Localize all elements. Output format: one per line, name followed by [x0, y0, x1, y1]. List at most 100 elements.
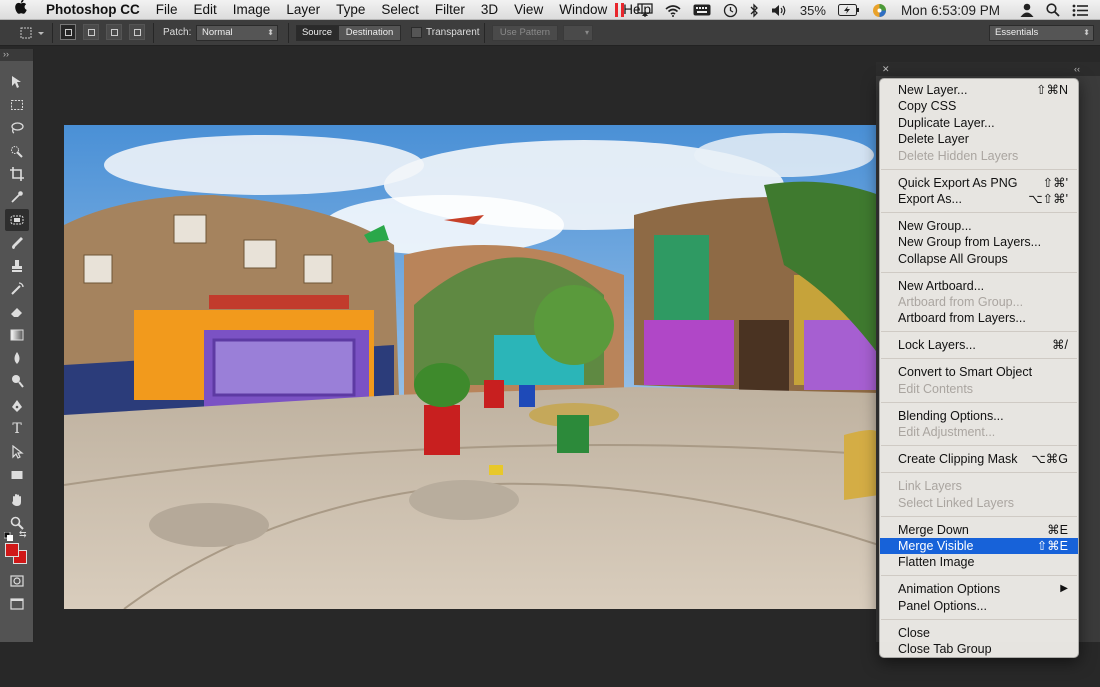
menu-item-export-as[interactable]: Export As... ⌥⇧⌘': [880, 191, 1078, 207]
menu-item-label: Artboard from Layers...: [898, 311, 1026, 326]
volume-icon[interactable]: [771, 0, 788, 20]
menu-item-duplicate-layer[interactable]: Duplicate Layer...: [880, 115, 1078, 131]
menu-item-flatten-image[interactable]: Flatten Image: [880, 554, 1078, 570]
pen-tool-icon[interactable]: [5, 395, 29, 417]
apple-logo-icon[interactable]: [14, 0, 32, 20]
airplay-icon[interactable]: [637, 0, 653, 20]
crop-tool-icon[interactable]: [5, 163, 29, 185]
menu-item-delete-layer[interactable]: Delete Layer: [880, 131, 1078, 147]
close-icon[interactable]: ✕: [882, 62, 890, 76]
new-selection-button[interactable]: [60, 24, 76, 40]
user-icon[interactable]: [1020, 0, 1034, 20]
time-machine-icon[interactable]: [723, 0, 738, 20]
menu-type[interactable]: Type: [328, 0, 373, 20]
move-tool-icon[interactable]: [5, 71, 29, 93]
type-tool-icon[interactable]: T: [5, 418, 29, 440]
menu-separator: [881, 472, 1077, 474]
wifi-icon[interactable]: [665, 0, 681, 20]
menu-item-close-tab-group[interactable]: Close Tab Group: [880, 641, 1078, 657]
menu-3d[interactable]: 3D: [473, 0, 506, 20]
collapse-panel-icon[interactable]: ‹‹: [1074, 62, 1080, 76]
clone-stamp-tool-icon[interactable]: [5, 255, 29, 277]
source-toggle[interactable]: Source: [296, 25, 338, 41]
menu-item-quick-export-as-png[interactable]: Quick Export As PNG ⇧⌘': [880, 175, 1078, 191]
chevron-updown-icon: ⬍: [267, 28, 274, 37]
menu-separator: [881, 515, 1077, 517]
lasso-tool-icon[interactable]: [5, 117, 29, 139]
menu-layer[interactable]: Layer: [278, 0, 328, 20]
menubar-clock[interactable]: Mon 6:53:09 PM: [901, 0, 1000, 20]
menu-item-close[interactable]: Close: [880, 625, 1078, 641]
menu-select[interactable]: Select: [373, 0, 427, 20]
dodge-tool-icon[interactable]: [5, 370, 29, 392]
intersect-selection-button[interactable]: [129, 24, 145, 40]
menu-view[interactable]: View: [506, 0, 551, 20]
pause-icon[interactable]: [614, 0, 625, 20]
hand-tool-icon[interactable]: [5, 489, 29, 511]
tool-preset-picker[interactable]: [18, 23, 48, 43]
patch-tool-icon[interactable]: [5, 209, 29, 231]
menu-item-new-artboard[interactable]: New Artboard...: [880, 278, 1078, 294]
workspace-switcher[interactable]: Essentials ⬍: [989, 25, 1094, 41]
spotlight-search-icon[interactable]: [1046, 0, 1060, 20]
menu-item-label: Edit Adjustment...: [898, 425, 996, 440]
document-canvas[interactable]: [64, 125, 879, 609]
transparent-checkbox[interactable]: [411, 27, 422, 38]
menu-item-new-layer[interactable]: New Layer... ⇧⌘N: [880, 82, 1078, 98]
menu-item-artboard-from-layers[interactable]: Artboard from Layers...: [880, 310, 1078, 326]
menu-item-merge-visible[interactable]: Merge Visible ⇧⌘E: [880, 537, 1078, 555]
quick-selection-tool-icon[interactable]: [5, 140, 29, 162]
screen-mode-icon[interactable]: [5, 593, 29, 615]
keyboard-icon[interactable]: [693, 0, 711, 20]
battery-charging-icon[interactable]: [837, 0, 860, 20]
notification-center-icon[interactable]: [1072, 0, 1088, 20]
foreground-color-swatch[interactable]: [5, 543, 19, 557]
menu-item-copy-css[interactable]: Copy CSS: [880, 98, 1078, 114]
menu-item-collapse-all-groups[interactable]: Collapse All Groups: [880, 251, 1078, 267]
patch-mode-select[interactable]: Normal ⬍: [196, 25, 278, 41]
menu-item-create-clipping-mask[interactable]: Create Clipping Mask ⌥⌘G: [880, 451, 1078, 467]
blur-tool-icon[interactable]: [5, 347, 29, 369]
menu-item-lock-layers[interactable]: Lock Layers... ⌘/: [880, 337, 1078, 353]
tools-panel-collapse-icon[interactable]: ››: [0, 49, 33, 61]
menu-item-edit-contents: Edit Contents: [880, 381, 1078, 397]
menu-edit[interactable]: Edit: [186, 0, 225, 20]
menu-item-convert-to-smart-object[interactable]: Convert to Smart Object: [880, 364, 1078, 380]
menu-filter[interactable]: Filter: [427, 0, 473, 20]
swap-colors-icon[interactable]: ⇆: [19, 529, 29, 539]
eraser-tool-icon[interactable]: [5, 301, 29, 323]
pattern-picker[interactable]: ▾: [563, 25, 593, 41]
use-pattern-button[interactable]: Use Pattern: [492, 25, 558, 41]
menu-item-panel-options[interactable]: Panel Options...: [880, 598, 1078, 614]
default-colors-icon[interactable]: [3, 529, 14, 541]
menu-item-label: Close Tab Group: [898, 642, 992, 657]
street-panorama-image: [64, 125, 879, 609]
add-to-selection-button[interactable]: [83, 24, 99, 40]
menu-separator: [881, 168, 1077, 170]
menu-item-label: Link Layers: [898, 479, 962, 494]
menu-separator: [881, 331, 1077, 333]
gradient-tool-icon[interactable]: [5, 324, 29, 346]
rectangle-tool-icon[interactable]: [5, 464, 29, 486]
menu-window[interactable]: Window: [551, 0, 615, 20]
history-brush-tool-icon[interactable]: [5, 278, 29, 300]
app-menu-photoshop[interactable]: Photoshop CC: [46, 0, 148, 20]
menu-item-merge-down[interactable]: Merge Down ⌘E: [880, 522, 1078, 538]
menu-image[interactable]: Image: [225, 0, 279, 20]
bluetooth-icon[interactable]: [750, 0, 759, 20]
menu-item-label: New Group...: [898, 218, 972, 233]
eyedropper-tool-icon[interactable]: [5, 186, 29, 208]
destination-toggle[interactable]: Destination: [338, 25, 401, 41]
brush-tool-icon[interactable]: [5, 232, 29, 254]
quick-mask-icon[interactable]: [5, 570, 29, 592]
menu-item-new-group[interactable]: New Group...: [880, 218, 1078, 234]
path-selection-tool-icon[interactable]: [5, 441, 29, 463]
menu-file[interactable]: File: [148, 0, 186, 20]
color-wheel-icon[interactable]: [872, 0, 887, 20]
menu-item-blending-options[interactable]: Blending Options...: [880, 408, 1078, 424]
menu-item-label: Merge Visible: [898, 538, 974, 553]
menu-item-animation-options[interactable]: Animation Options ▶: [880, 581, 1078, 597]
subtract-from-selection-button[interactable]: [106, 24, 122, 40]
menu-item-new-group-from-layers[interactable]: New Group from Layers...: [880, 234, 1078, 250]
marquee-tool-icon[interactable]: [5, 94, 29, 116]
